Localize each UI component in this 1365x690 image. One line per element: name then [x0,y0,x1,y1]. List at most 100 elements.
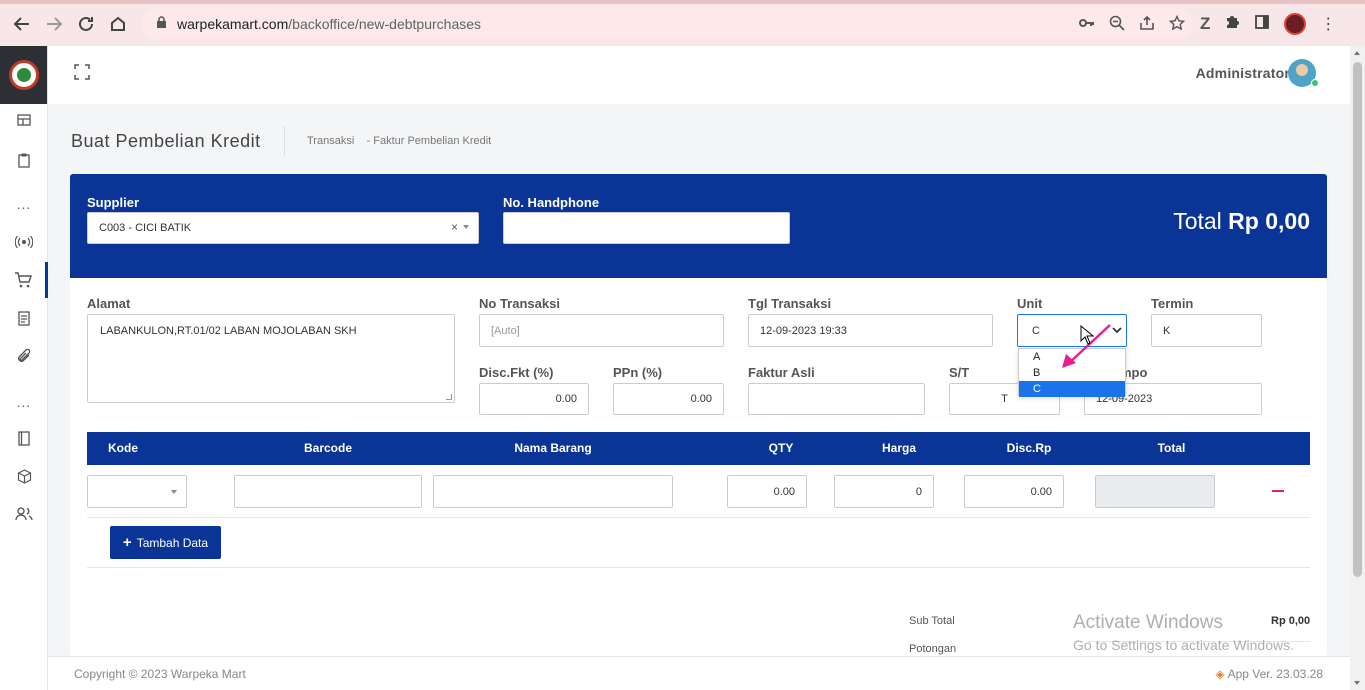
disc-rp-input[interactable]: 0.00 [964,475,1064,508]
plus-icon: + [122,534,132,551]
purchase-form-card: Supplier C003 - CICI BATIK × No. Handpho… [70,174,1327,656]
forward-icon[interactable] [38,8,70,40]
no-transaksi-label: No Transaksi [479,296,560,311]
receipt-icon [18,310,30,326]
disc-fkt-label: Disc.Fkt (%) [479,365,554,380]
col-qty: QTY [768,441,794,455]
row-divider [87,517,1310,518]
unit-option-c[interactable]: C [1019,381,1125,397]
app-topbar: Administrator [48,46,1350,104]
scroll-down-icon[interactable] [1354,681,1360,685]
sidebar: ... ... [0,46,48,690]
sidepanel-icon[interactable] [1254,14,1270,35]
sub-total-label: Sub Total [909,615,955,627]
sidebar-item-products[interactable] [0,458,48,494]
sidebar-item-clipboard[interactable] [0,142,48,178]
dashboard-icon [17,114,31,126]
sidebar-item-reports[interactable] [0,300,48,336]
layers-icon: ◈ [1215,667,1225,681]
fullscreen-icon[interactable] [74,64,90,80]
caret-down-icon [463,225,469,229]
profile-avatar[interactable] [1284,13,1307,35]
supplier-label: Supplier [87,195,140,210]
col-disc-rp: Disc.Rp [1006,441,1052,455]
sidebar-item-dashboard[interactable] [0,102,48,138]
st-label: S/T [949,365,970,380]
users-icon [15,507,33,521]
faktur-asli-label: Faktur Asli [748,365,815,380]
sidebar-item-book[interactable] [0,420,48,456]
no-transaksi-input[interactable]: [Auto] [479,314,724,347]
potongan-label: Potongan [909,643,957,655]
activate-windows-hint: Go to Settings to activate Windows. [1073,637,1294,653]
supplier-value: C003 - CICI BATIK [99,222,192,234]
share-icon[interactable] [1139,15,1155,34]
main-content: Buat Pembelian Kredit Transaksi - Faktur… [48,104,1350,656]
sidebar-item-users[interactable] [0,496,48,532]
alamat-textarea[interactable]: LABANKULON,RT.01/02 LABAN MOJOLABAN SKH [87,314,455,403]
box-icon [17,468,31,484]
sub-total-value: Rp 0,00 [1271,615,1311,627]
app-version: ◈ App Ver. 23.03.28 [1215,667,1323,681]
sidebar-separator: ... [16,196,32,212]
broadcast-icon [15,236,33,248]
supplier-select[interactable]: C003 - CICI BATIK × [87,212,479,244]
home-icon[interactable] [102,8,134,40]
phone-label: No. Handphone [503,195,600,210]
extension-z-icon[interactable]: Z [1200,14,1210,34]
caret-down-icon [171,490,177,494]
alamat-label: Alamat [87,296,131,311]
col-barcode: Barcode [303,441,353,455]
tgl-transaksi-input[interactable]: 12-09-2023 19:33 [748,314,993,347]
harga-input[interactable]: 0 [834,475,934,508]
phone-input[interactable] [503,212,790,244]
kode-select[interactable] [87,475,187,508]
admin-name[interactable]: Administrator [1196,65,1290,81]
extensions-icon[interactable] [1224,14,1240,35]
menu-icon[interactable]: ⋮ [1320,14,1336,34]
sidebar-item-purchases[interactable] [0,262,48,298]
key-icon[interactable] [1079,16,1095,32]
scroll-thumb[interactable] [1353,62,1362,577]
qty-input[interactable]: 0.00 [727,475,807,508]
cart-icon [14,272,32,288]
total-display: Total Rp 0,00 [1173,208,1310,234]
tgl-transaksi-label: Tgl Transaksi [748,296,832,311]
breadcrumb: Transaksi - Faktur Pembelian Kredit [307,135,491,147]
faktur-asli-input[interactable] [748,383,925,415]
sidebar-item-broadcast[interactable] [0,224,48,260]
nama-barang-input[interactable] [433,475,673,508]
clear-icon[interactable]: × [451,220,458,234]
scroll-up-icon[interactable] [1354,51,1360,55]
mouse-cursor-icon [1080,325,1094,345]
disc-fkt-input[interactable]: 0.00 [479,383,589,415]
title-separator [284,126,285,156]
termin-input[interactable]: K [1151,314,1262,347]
form-header: Supplier C003 - CICI BATIK × No. Handpho… [70,174,1327,278]
address-bar[interactable]: warpekamart.com/backoffice/new-debtpurch… [141,8,1193,40]
reload-icon[interactable] [70,8,102,40]
paperclip-icon [18,348,31,362]
col-kode: Kode [108,441,138,455]
breadcrumb-transaksi[interactable]: Transaksi [307,135,354,147]
remove-row-button[interactable] [1272,490,1284,492]
breadcrumb-current: - Faktur Pembelian Kredit [366,135,492,147]
lock-icon [156,16,167,32]
ppn-label: PPn (%) [613,365,663,380]
app-logo[interactable] [0,46,47,104]
copyright-text: Copyright © 2023 Warpeka Mart [74,667,246,681]
book-icon [18,430,30,446]
sidebar-item-attachments[interactable] [0,338,48,374]
row-total-readonly [1095,475,1215,508]
add-row-button[interactable]: + Tambah Data [110,526,221,559]
page-scrollbar[interactable] [1350,46,1365,690]
resize-handle[interactable] [446,394,452,400]
star-icon[interactable] [1168,14,1186,34]
barcode-input[interactable] [234,475,422,508]
zoom-icon[interactable] [1109,15,1125,34]
page-title: Buat Pembelian Kredit [71,131,261,151]
back-icon[interactable] [6,8,38,40]
sidebar-separator: ... [16,394,32,410]
url-text: warpekamart.com/backoffice/new-debtpurch… [177,16,482,32]
ppn-input[interactable]: 0.00 [613,383,724,415]
